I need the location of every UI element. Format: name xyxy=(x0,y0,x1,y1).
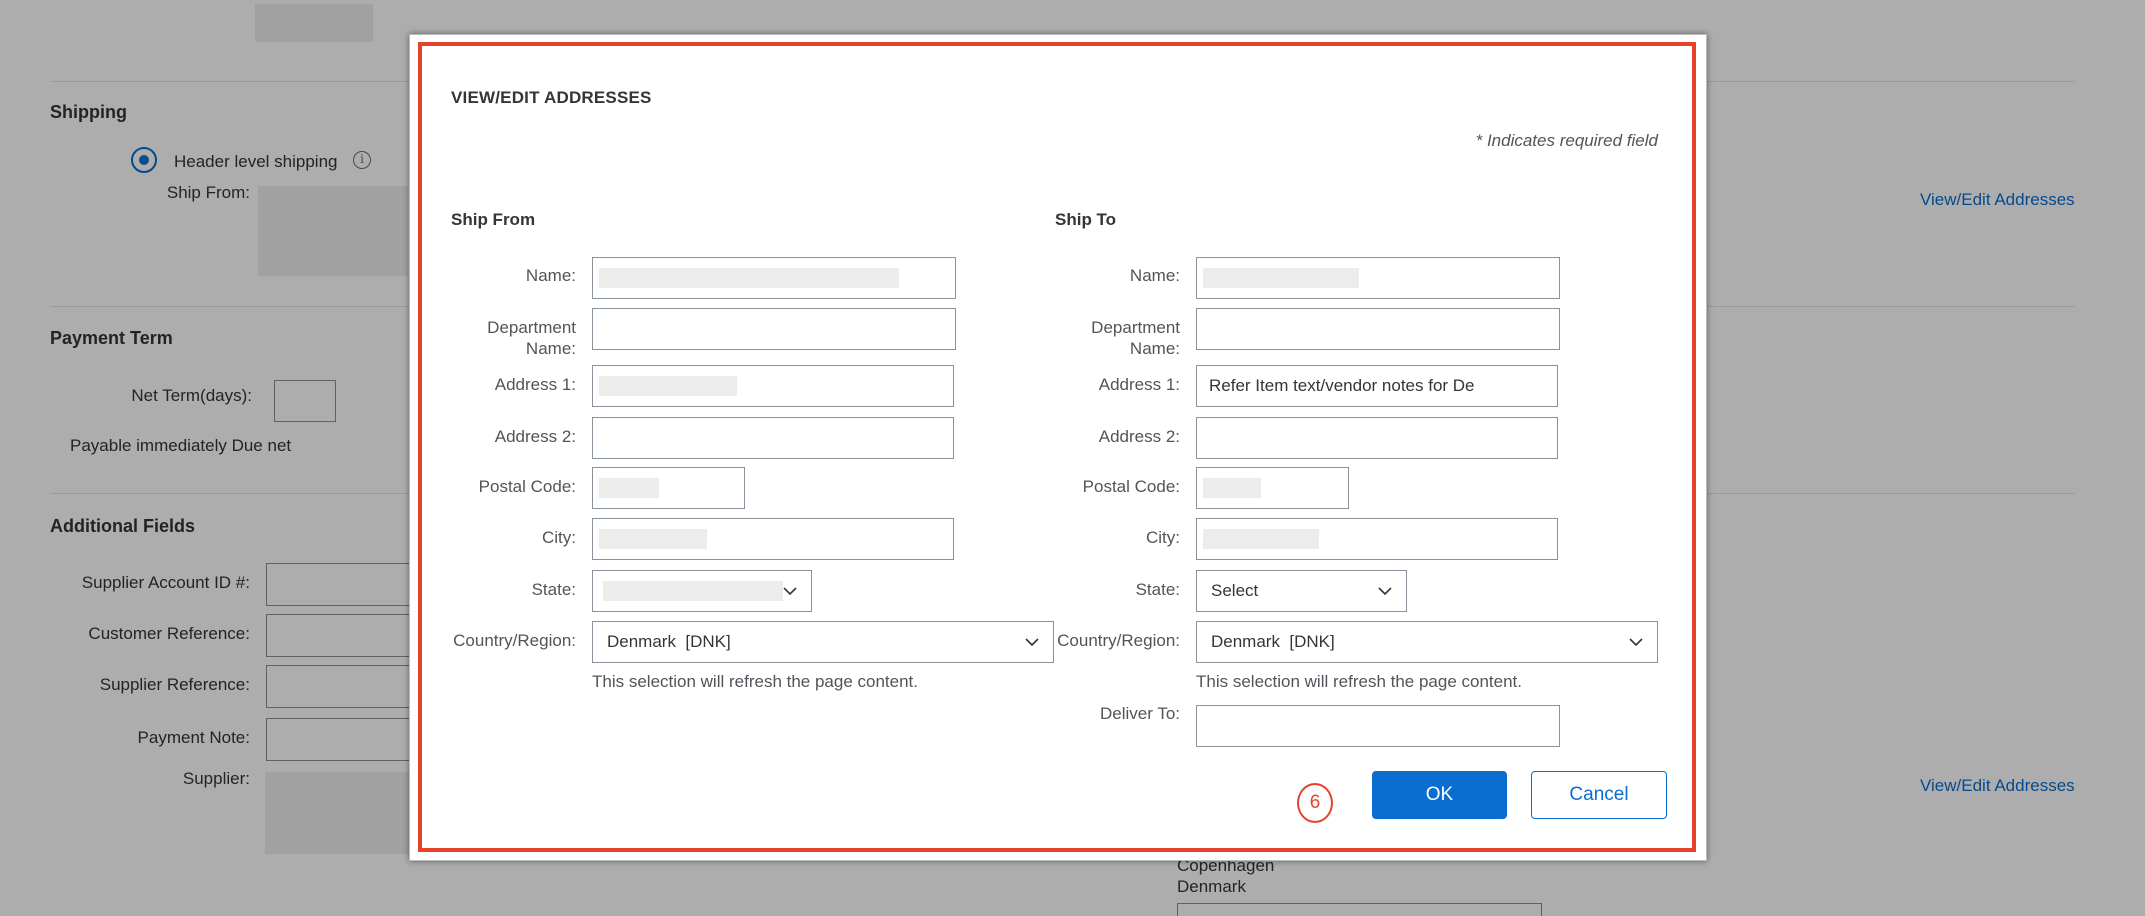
step-badge: 6 xyxy=(1297,783,1333,823)
ship-to-postal-label: Postal Code: xyxy=(1082,477,1180,496)
ship-to-address2-label: Address 2: xyxy=(1098,427,1180,446)
ship-from-state-label: State: xyxy=(531,580,576,599)
ship-to-city-label: City: xyxy=(1146,528,1180,547)
redacted-value xyxy=(599,478,659,498)
ship-to-address1-input[interactable]: Refer Item text/vendor notes for De xyxy=(1196,365,1558,407)
ship-from-country-value: Denmark [DNK] xyxy=(607,632,731,651)
ship-from-refresh-hint: This selection will refresh the page con… xyxy=(592,672,919,691)
cancel-button[interactable]: Cancel xyxy=(1531,771,1667,819)
ship-to-deliver-to-input[interactable] xyxy=(1196,705,1560,747)
ship-from-state-select[interactable] xyxy=(592,570,812,612)
redacted-value xyxy=(1203,529,1319,549)
ship-to-city-input[interactable] xyxy=(1196,518,1558,560)
redacted-value xyxy=(1203,268,1359,288)
ship-from-address2-input[interactable] xyxy=(592,417,954,459)
chevron-down-icon xyxy=(1378,587,1392,596)
ship-from-country-label: Country/Region: xyxy=(453,631,576,650)
redacted-value xyxy=(599,376,737,396)
ship-to-department-input[interactable] xyxy=(1196,308,1560,350)
ship-to-state-label: State: xyxy=(1135,580,1180,599)
required-field-note: * Indicates required field xyxy=(1475,131,1658,150)
ship-from-name-input[interactable] xyxy=(592,257,956,299)
ok-button[interactable]: OK xyxy=(1372,771,1507,819)
ship-to-name-label: Name: xyxy=(1129,266,1180,285)
ship-from-department-label: Department Name: xyxy=(487,318,576,358)
ship-to-department-label: Department Name: xyxy=(1091,318,1180,358)
ship-from-address2-label: Address 2: xyxy=(494,427,576,446)
ship-from-name-label: Name: xyxy=(525,266,576,285)
redacted-value xyxy=(1203,478,1261,498)
ship-from-postal-input[interactable] xyxy=(592,467,745,509)
ship-to-state-select[interactable]: Select xyxy=(1196,570,1407,612)
ship-to-deliver-to-label: Deliver To: xyxy=(1100,704,1180,723)
redacted-value xyxy=(599,268,899,288)
chevron-down-icon xyxy=(1629,638,1643,647)
redacted-value xyxy=(599,529,707,549)
ship-from-city-label: City: xyxy=(542,528,576,547)
ship-to-country-value: Denmark [DNK] xyxy=(1211,632,1335,651)
redacted-value xyxy=(603,581,783,601)
ship-from-postal-label: Postal Code: xyxy=(478,477,576,496)
ship-from-title: Ship From xyxy=(451,210,536,229)
view-edit-addresses-dialog: VIEW/EDIT ADDRESSES * Indicates required… xyxy=(409,34,1707,861)
ship-from-address1-input[interactable] xyxy=(592,365,954,407)
chevron-down-icon xyxy=(783,587,797,596)
ship-to-title: Ship To xyxy=(1055,210,1117,229)
ship-from-address1-label: Address 1: xyxy=(494,375,576,394)
ship-to-country-label: Country/Region: xyxy=(1057,631,1180,650)
ship-from-country-select[interactable]: Denmark [DNK] xyxy=(592,621,1054,663)
ship-to-country-select[interactable]: Denmark [DNK] xyxy=(1196,621,1658,663)
ship-from-city-input[interactable] xyxy=(592,518,954,560)
ship-to-refresh-hint: This selection will refresh the page con… xyxy=(1196,672,1523,691)
ship-from-department-input[interactable] xyxy=(592,308,956,350)
ship-to-name-input[interactable] xyxy=(1196,257,1560,299)
ship-to-postal-input[interactable] xyxy=(1196,467,1349,509)
dialog-title: VIEW/EDIT ADDRESSES xyxy=(451,88,652,107)
ship-to-state-value: Select xyxy=(1211,581,1259,600)
ship-to-address2-input[interactable] xyxy=(1196,417,1558,459)
ship-to-address1-label: Address 1: xyxy=(1098,375,1180,394)
